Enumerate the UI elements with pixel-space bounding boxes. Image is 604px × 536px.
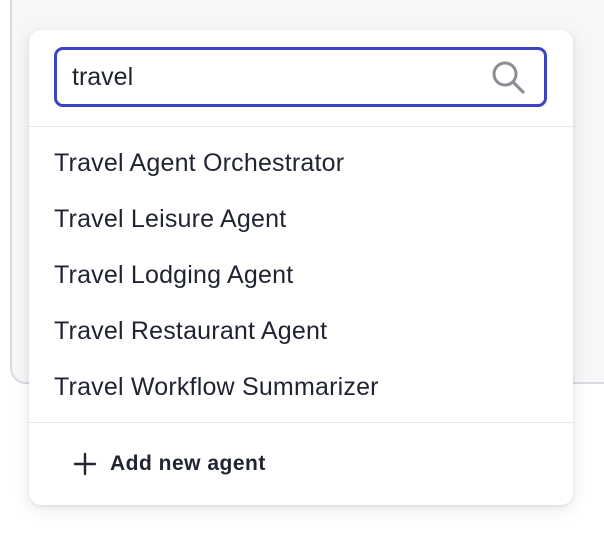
- search-input[interactable]: [57, 50, 488, 104]
- screen: Travel Agent Orchestrator Travel Leisure…: [0, 0, 604, 536]
- search-section: [29, 30, 573, 127]
- add-new-agent-button[interactable]: Add new agent: [72, 451, 266, 477]
- option-travel-leisure-agent[interactable]: Travel Leisure Agent: [29, 191, 573, 247]
- plus-icon: [72, 451, 98, 477]
- search-icon[interactable]: [488, 57, 528, 97]
- agent-options-list: Travel Agent Orchestrator Travel Leisure…: [29, 127, 573, 423]
- search-box[interactable]: [54, 47, 547, 107]
- option-travel-lodging-agent[interactable]: Travel Lodging Agent: [29, 247, 573, 303]
- agent-select-dropdown: Travel Agent Orchestrator Travel Leisure…: [29, 30, 573, 505]
- option-travel-workflow-summarizer[interactable]: Travel Workflow Summarizer: [29, 359, 573, 415]
- option-travel-restaurant-agent[interactable]: Travel Restaurant Agent: [29, 303, 573, 359]
- option-travel-agent-orchestrator[interactable]: Travel Agent Orchestrator: [29, 135, 573, 191]
- dropdown-footer: Add new agent: [29, 423, 573, 505]
- add-new-agent-label: Add new agent: [110, 452, 266, 475]
